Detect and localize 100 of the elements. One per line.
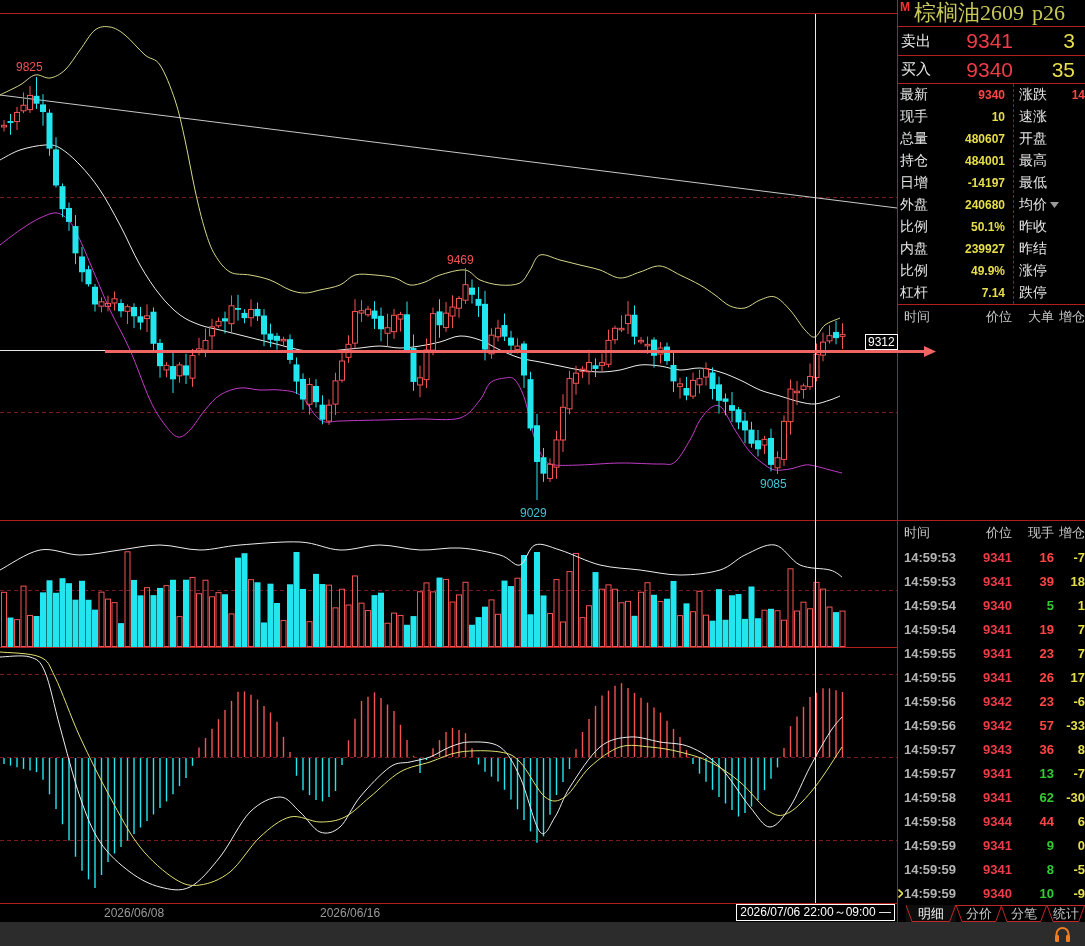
trade-time-cell-text: 14:59:56 [904, 717, 958, 733]
trade-time-cell-text: 14:59:58 [904, 813, 958, 829]
trade-volume-cell-text: 8 [1045, 861, 1054, 877]
stat-label: 总量 [900, 130, 928, 148]
cursor-time-label: 2026/07/06 22:00～09:00 — [736, 904, 895, 921]
stat-value: 10 [991, 110, 1005, 124]
trade-time-cell-text: 14:59:58 [904, 789, 958, 805]
trade-volume-cell-text: 16 [1038, 549, 1054, 565]
trade-price-cell-text: 9344 [982, 813, 1012, 829]
stat-label: 开盘 [1019, 130, 1047, 148]
price-extreme-label: 9029 [520, 506, 547, 520]
column-header: 增仓 [1058, 524, 1085, 542]
open-interest-change-cell-text: -7 [1072, 765, 1085, 781]
trade-volume-cell-text: 57 [1038, 717, 1054, 733]
stat-value: 240680 [964, 198, 1005, 212]
trade-price-cell-text: 9342 [982, 693, 1012, 709]
dropdown-triangle-icon[interactable] [1050, 202, 1059, 208]
open-interest-change-cell-text: -5 [1072, 861, 1085, 877]
trade-volume-cell-text: 23 [1038, 693, 1054, 709]
open-interest-change-cell-text: -9 [1072, 885, 1085, 901]
trade-price-cell-text: 9341 [982, 861, 1012, 877]
stat-value: 480607 [964, 132, 1005, 146]
trade-time-cell-text: 14:59:56 [904, 693, 958, 709]
trade-volume-cell-text: 36 [1038, 741, 1054, 757]
quote-price: 9340 [965, 57, 1013, 82]
stat-label: 日增 [900, 174, 928, 192]
trade-time-cell-text: 14:59:57 [904, 765, 958, 781]
date-axis-label: 2026/06/08 [104, 906, 165, 920]
stat-value: 239927 [964, 242, 1005, 256]
trade-time-cell-text: 14:59:59 [904, 861, 958, 877]
stat-value: 49.9% [970, 264, 1005, 278]
open-interest-change-cell-text: 18 [1069, 573, 1085, 589]
panel-tab[interactable]: 分笔 [1001, 905, 1048, 922]
trade-price-cell-text: 9341 [982, 789, 1012, 805]
quote-price: 9341 [965, 29, 1013, 53]
stat-label: 外盘 [900, 196, 928, 214]
open-interest-change-cell-text: -7 [1072, 549, 1085, 565]
trade-price-cell-text: 9341 [982, 549, 1012, 565]
stat-label: 昨收 [1019, 218, 1047, 236]
open-interest-change-cell-text: 0 [1076, 837, 1085, 853]
column-header: 增仓 [1058, 308, 1085, 326]
open-interest-change-cell-text: 8 [1076, 741, 1085, 757]
stat-label: 最新 [900, 86, 928, 104]
quote-volume: 3 [1062, 29, 1076, 53]
open-interest-change-cell-text: 1 [1076, 597, 1085, 613]
trade-price-cell-text: 9340 [982, 597, 1012, 613]
stat-label: 持仓 [900, 152, 928, 170]
trade-price-cell-text: 9341 [982, 765, 1012, 781]
stat-value: 50.1% [970, 220, 1005, 234]
stat-label: 涨跌 [1019, 86, 1047, 104]
column-header: 价位 [985, 308, 1012, 326]
trade-price-cell-text: 9341 [982, 573, 1012, 589]
stat-value: -14197 [967, 176, 1005, 190]
stat-label: 最高 [1019, 152, 1047, 170]
panel-tab[interactable]: 明细 [906, 905, 956, 922]
trade-price-cell-text: 9340 [982, 885, 1012, 901]
trade-time-cell-text: 14:59:55 [904, 645, 958, 661]
open-interest-change-cell-text: 6 [1076, 813, 1085, 829]
trade-volume-cell-text: 10 [1038, 885, 1054, 901]
trade-time-cell-text: 14:59:53 [904, 549, 958, 565]
price-tag: 9312 [865, 334, 898, 350]
stat-label: 均价 [1019, 196, 1047, 214]
trade-price-cell-text: 9341 [982, 621, 1012, 637]
stat-label: 速涨 [1019, 108, 1047, 126]
column-header: 价位 [985, 524, 1012, 542]
trade-time-cell-text: 14:59:55 [904, 669, 958, 685]
column-header: 时间 [904, 308, 931, 326]
trade-time-cell-text: 14:59:53 [904, 573, 958, 589]
market-letter: M [900, 1, 910, 13]
quote-volume: 35 [1050, 57, 1076, 82]
stat-label: 跌停 [1019, 284, 1047, 302]
trade-volume-cell-text: 19 [1038, 621, 1054, 637]
contract-name: 棕榈油2609 [914, 0, 1024, 26]
trade-time-cell-text: 14:59:59 [904, 885, 958, 901]
trade-volume-cell-text: 44 [1038, 813, 1054, 829]
trade-price-cell-text: 9343 [982, 741, 1012, 757]
price-extreme-label: 9825 [16, 60, 43, 74]
trade-price-cell-text: 9341 [982, 669, 1012, 685]
stat-value: 484001 [964, 154, 1005, 168]
headset-icon[interactable] [1054, 926, 1071, 942]
trade-price-cell-text: 9342 [982, 717, 1012, 733]
trade-time-cell-text: 14:59:57 [904, 741, 958, 757]
panel-tab[interactable]: 统计 [1047, 905, 1085, 922]
open-interest-change-cell-text: -6 [1072, 693, 1085, 709]
open-interest-change-cell-text: 7 [1076, 621, 1085, 637]
column-header: 大单 [1027, 308, 1054, 326]
price-extreme-label: 9085 [760, 477, 787, 491]
quote-label: 卖出 [901, 31, 932, 51]
trade-volume-cell-text: 5 [1045, 597, 1054, 613]
stat-label: 涨停 [1019, 262, 1047, 280]
open-interest-change-cell-text: -30 [1065, 789, 1085, 805]
price-extreme-label: 9469 [447, 253, 474, 267]
open-interest-change-cell-text: -33 [1065, 717, 1085, 733]
trade-volume-cell-text: 62 [1038, 789, 1054, 805]
stat-label: 比例 [900, 262, 928, 280]
panel-tab[interactable]: 分价 [955, 905, 1002, 922]
date-axis-label: 2026/06/16 [320, 906, 381, 920]
stat-label: 内盘 [900, 240, 928, 258]
column-header: 时间 [904, 524, 931, 542]
column-header: 现手 [1027, 524, 1054, 542]
